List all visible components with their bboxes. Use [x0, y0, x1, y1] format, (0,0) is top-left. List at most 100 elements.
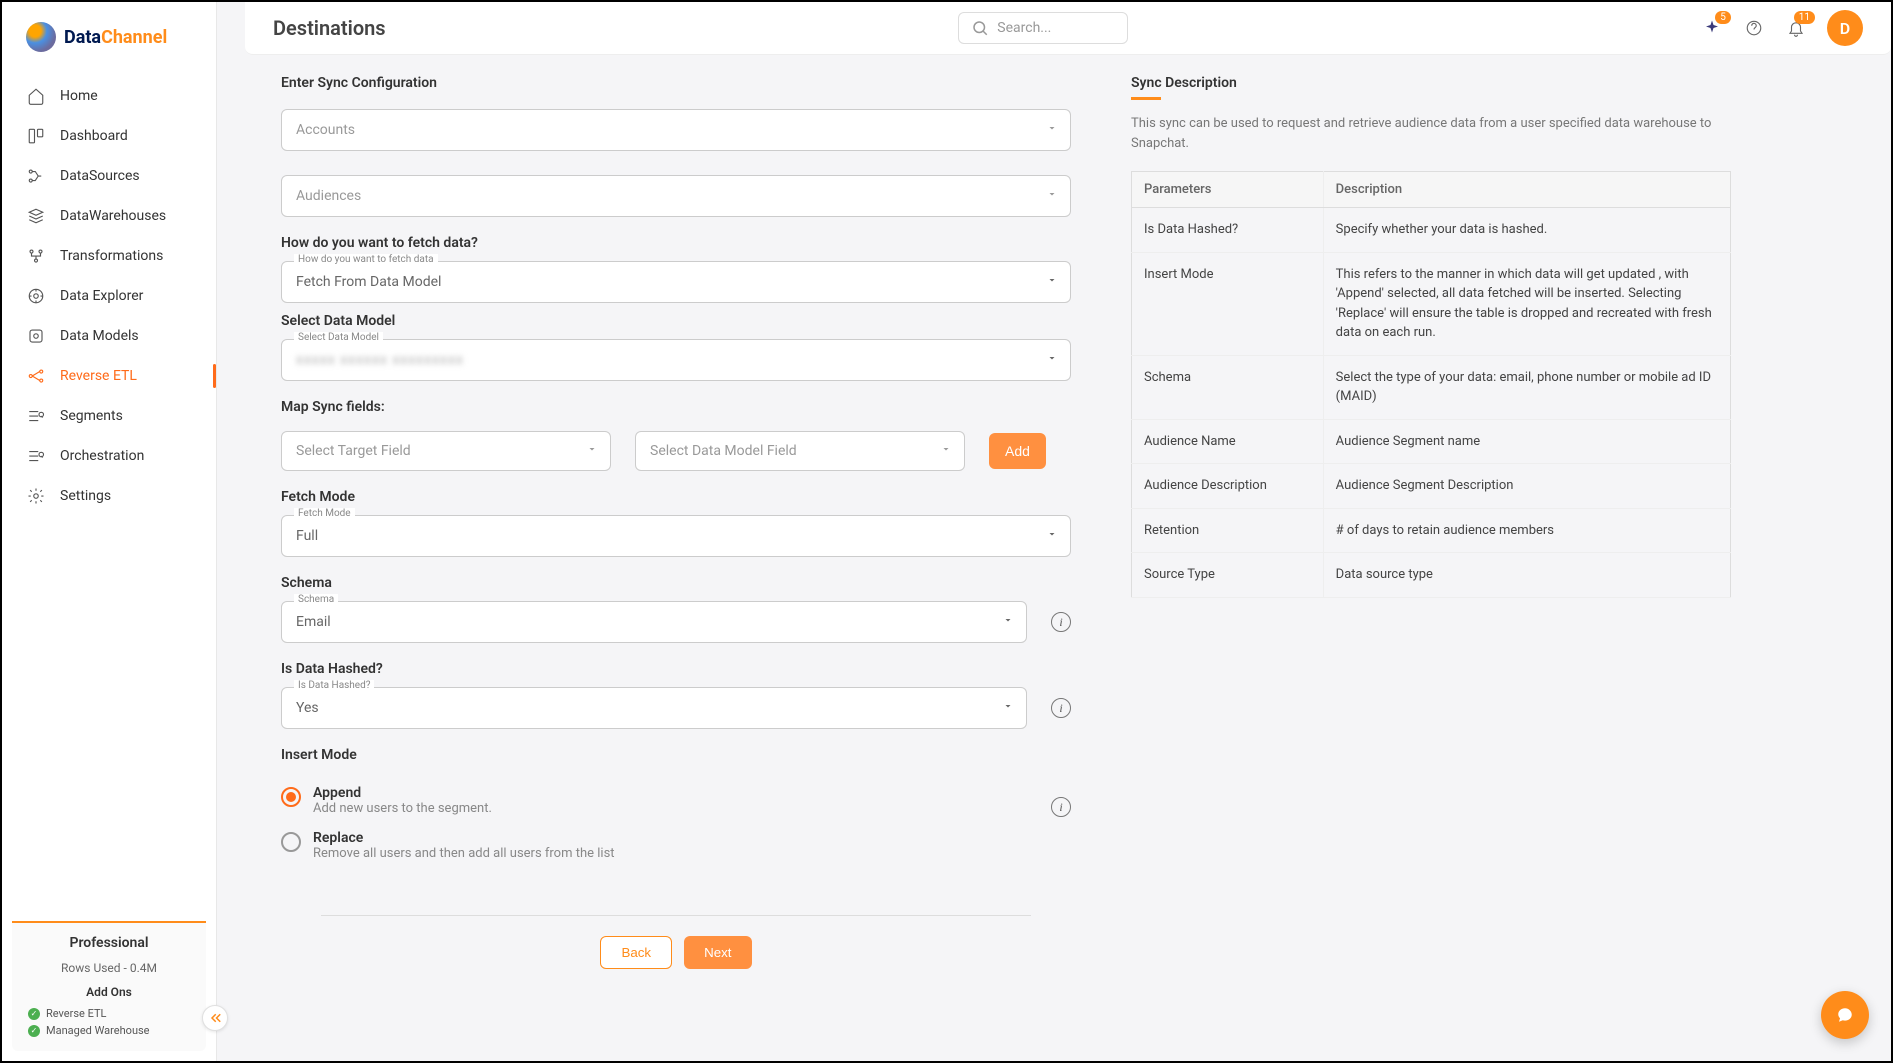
sidebar-item-datamodels[interactable]: Data Models	[2, 316, 216, 356]
title-underline	[1131, 97, 1161, 100]
sidebar-item-home[interactable]: Home	[2, 76, 216, 116]
sidebar-item-label: DataWarehouses	[60, 208, 166, 224]
sidebar-item-label: Home	[60, 88, 98, 104]
gear-icon	[26, 486, 46, 506]
back-button[interactable]: Back	[600, 936, 672, 969]
sidebar-item-orchestration[interactable]: Orchestration	[2, 436, 216, 476]
chat-icon	[1836, 1006, 1854, 1024]
schema-label: Schema	[281, 575, 1071, 591]
map-sync-label: Map Sync fields:	[281, 399, 1071, 415]
sidebar-nav: Home Dashboard DataSources DataWarehouse…	[2, 68, 216, 921]
th-description: Description	[1323, 172, 1730, 208]
th-parameters: Parameters	[1132, 172, 1324, 208]
insert-mode-append[interactable]: Append Add new users to the segment.	[281, 785, 1027, 816]
search-placeholder: Search...	[997, 20, 1051, 36]
home-icon	[26, 86, 46, 106]
sidebar-item-segments[interactable]: Segments	[2, 396, 216, 436]
data-model-select[interactable]: Select Data Model xxxxx xxxxxx xxxxxxxxx	[281, 339, 1071, 381]
fetch-mode-label: Fetch Mode	[281, 489, 1071, 505]
check-icon: ✓	[28, 1025, 40, 1037]
main-area: Destinations Search... 5 11	[217, 2, 1891, 1061]
sidebar-item-dashboard[interactable]: Dashboard	[2, 116, 216, 156]
chevron-down-icon	[1002, 614, 1014, 630]
chevron-down-icon	[1046, 352, 1058, 368]
data-model-field-select[interactable]: Select Data Model Field	[635, 431, 965, 471]
sidebar-item-transformations[interactable]: Transformations	[2, 236, 216, 276]
rows-used: Rows Used - 0.4M	[18, 961, 200, 975]
fetch-from-select[interactable]: How do you want to fetch data Fetch From…	[281, 261, 1071, 303]
reverse-etl-icon	[26, 366, 46, 386]
table-row: Audience NameAudience Segment name	[1132, 419, 1731, 464]
chevron-down-icon	[1046, 274, 1058, 290]
parameters-table: Parameters Description Is Data Hashed?Sp…	[1131, 171, 1731, 598]
sidebar-item-label: Settings	[60, 488, 111, 504]
insert-mode-info-button[interactable]: i	[1051, 797, 1071, 817]
sidebar-plan-card: Professional Rows Used - 0.4M Add Ons ✓R…	[12, 921, 206, 1051]
hashed-select[interactable]: Is Data Hashed? Yes	[281, 687, 1027, 729]
hashed-info-button[interactable]: i	[1051, 698, 1071, 718]
sparkle-badge: 5	[1715, 11, 1731, 24]
section-title: Enter Sync Configuration	[281, 75, 1071, 91]
chevron-down-icon	[940, 443, 952, 459]
sidebar-item-label: Dashboard	[60, 128, 128, 144]
addons-title: Add Ons	[18, 985, 200, 999]
sidebar-item-settings[interactable]: Settings	[2, 476, 216, 516]
topbar: Destinations Search... 5 11	[245, 2, 1891, 55]
chat-button[interactable]	[1821, 991, 1869, 1039]
chevron-down-icon	[1046, 188, 1058, 204]
schema-info-button[interactable]: i	[1051, 612, 1071, 632]
sidebar-item-label: Reverse ETL	[60, 368, 137, 384]
desc-text: This sync can be used to request and ret…	[1131, 114, 1731, 153]
radio-icon	[281, 832, 301, 852]
fetch-question-label: How do you want to fetch data?	[281, 235, 1071, 251]
add-mapping-button[interactable]: Add	[989, 433, 1046, 469]
chevron-left-icon	[206, 1009, 224, 1027]
sidebar-item-dataexplorer[interactable]: Data Explorer	[2, 276, 216, 316]
models-icon	[26, 326, 46, 346]
logo-text: DataChannel	[64, 27, 167, 48]
orchestration-icon	[26, 446, 46, 466]
insert-mode-replace[interactable]: Replace Remove all users and then add al…	[281, 830, 1027, 861]
chevron-down-icon	[1046, 122, 1058, 138]
radio-icon	[281, 787, 301, 807]
search-input[interactable]: Search...	[958, 12, 1128, 44]
segments-icon	[26, 406, 46, 426]
schema-select[interactable]: Schema Email	[281, 601, 1027, 643]
next-button[interactable]: Next	[684, 936, 751, 969]
sparkle-button[interactable]: 5	[1701, 17, 1723, 39]
sidebar-item-reverse-etl[interactable]: Reverse ETL	[2, 356, 216, 396]
search-icon	[971, 19, 989, 37]
chevron-down-icon	[1002, 700, 1014, 716]
logo[interactable]: DataChannel	[2, 2, 216, 68]
accounts-select[interactable]: Accounts	[281, 109, 1071, 151]
explorer-icon	[26, 286, 46, 306]
help-button[interactable]	[1743, 17, 1765, 39]
sidebar: DataChannel Home Dashboard DataSources D…	[2, 2, 217, 1061]
notifications-badge: 11	[1794, 11, 1815, 24]
user-avatar[interactable]: D	[1827, 10, 1863, 46]
table-row: SchemaSelect the type of your data: emai…	[1132, 355, 1731, 419]
addon-reverse-etl: ✓Reverse ETL	[18, 1005, 200, 1022]
target-field-select[interactable]: Select Target Field	[281, 431, 611, 471]
select-data-model-label: Select Data Model	[281, 313, 1071, 329]
addon-managed-warehouse: ✓Managed Warehouse	[18, 1022, 200, 1039]
sync-config-form: Enter Sync Configuration Accounts Audien…	[281, 75, 1071, 1041]
logo-icon	[26, 22, 56, 52]
desc-title: Sync Description	[1131, 75, 1731, 91]
sidebar-collapse-button[interactable]	[202, 1005, 228, 1031]
sidebar-item-label: Transformations	[60, 248, 163, 264]
sidebar-item-datawarehouses[interactable]: DataWarehouses	[2, 196, 216, 236]
sidebar-item-label: DataSources	[60, 168, 140, 184]
sidebar-item-label: Orchestration	[60, 448, 144, 464]
insert-mode-label: Insert Mode	[281, 747, 1071, 763]
sidebar-item-label: Segments	[60, 408, 123, 424]
fetch-mode-select[interactable]: Fetch Mode Full	[281, 515, 1071, 557]
sidebar-item-datasources[interactable]: DataSources	[2, 156, 216, 196]
table-row: Source TypeData source type	[1132, 553, 1731, 598]
check-icon: ✓	[28, 1008, 40, 1020]
sync-description-panel: Sync Description This sync can be used t…	[1131, 75, 1731, 1041]
notifications-button[interactable]: 11	[1785, 17, 1807, 39]
audiences-select[interactable]: Audiences	[281, 175, 1071, 217]
datasources-icon	[26, 166, 46, 186]
layers-icon	[26, 206, 46, 226]
